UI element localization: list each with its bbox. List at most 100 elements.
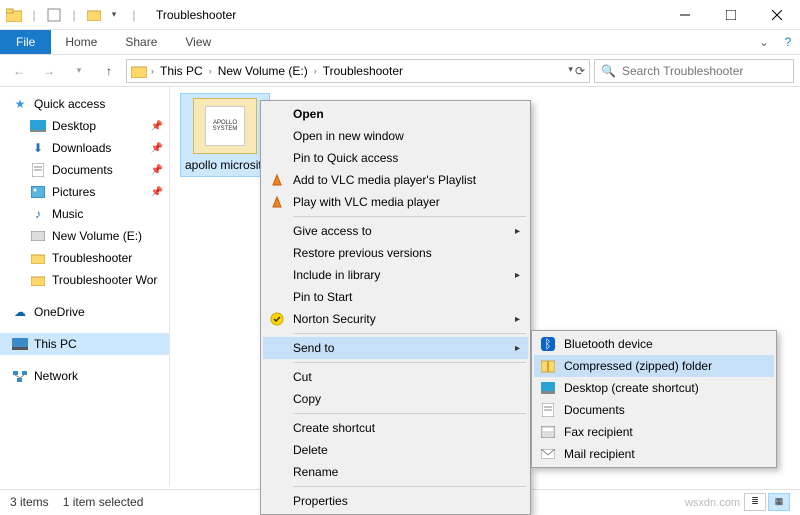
- mail-icon: [540, 446, 556, 462]
- cloud-icon: ☁: [12, 304, 28, 320]
- sendto-mail[interactable]: Mail recipient: [534, 443, 774, 465]
- tab-share[interactable]: Share: [111, 30, 171, 54]
- tab-home[interactable]: Home: [51, 30, 111, 54]
- nav-desktop[interactable]: Desktop📌: [0, 115, 169, 137]
- pin-icon: 📌: [151, 165, 163, 176]
- folder-thumbnail: APOLLOSYSTEM: [193, 98, 257, 154]
- zip-icon: [540, 358, 556, 374]
- nav-label: Music: [52, 207, 83, 221]
- expand-ribbon-icon[interactable]: ⌄: [752, 30, 776, 54]
- drive-icon: [30, 228, 46, 244]
- ctx-shortcut[interactable]: Create shortcut: [263, 417, 528, 439]
- folder-icon: [30, 250, 46, 266]
- nav-downloads[interactable]: ⬇Downloads📌: [0, 137, 169, 159]
- breadcrumb[interactable]: › This PC › New Volume (E:) › Troublesho…: [126, 59, 590, 83]
- submenu-arrow-icon: ▸: [515, 270, 520, 281]
- svg-text:ᛒ: ᛒ: [544, 337, 551, 351]
- ctx-vlc-play[interactable]: Play with VLC media player: [263, 191, 528, 213]
- sendto-fax[interactable]: Fax recipient: [534, 421, 774, 443]
- ctx-pin-quick[interactable]: Pin to Quick access: [263, 147, 528, 169]
- crumb-volume[interactable]: New Volume (E:): [214, 62, 312, 80]
- chevron-right-icon[interactable]: ›: [314, 66, 317, 76]
- ctx-give-access[interactable]: Give access to▸: [263, 220, 528, 242]
- chevron-right-icon[interactable]: ›: [151, 66, 154, 76]
- ctx-cut[interactable]: Cut: [263, 366, 528, 388]
- ctx-open[interactable]: Open: [263, 103, 528, 125]
- nav-music[interactable]: ♪ Music: [0, 203, 169, 225]
- qat-divider: |: [66, 7, 82, 23]
- sendto-zip[interactable]: Compressed (zipped) folder: [534, 355, 774, 377]
- nav-troubleshooter-wor[interactable]: Troubleshooter Wor: [0, 269, 169, 291]
- ctx-copy[interactable]: Copy: [263, 388, 528, 410]
- sendto-documents[interactable]: Documents: [534, 399, 774, 421]
- file-tab[interactable]: File: [0, 30, 51, 54]
- sendto-desktop[interactable]: Desktop (create shortcut): [534, 377, 774, 399]
- ctx-send-to[interactable]: Send to▸: [263, 337, 528, 359]
- minimize-button[interactable]: [662, 0, 708, 30]
- computer-icon: [12, 336, 28, 352]
- ctx-open-new-window[interactable]: Open in new window: [263, 125, 528, 147]
- refresh-icon[interactable]: ⟳: [575, 64, 585, 78]
- window-buttons: [662, 0, 800, 30]
- nav-troubleshooter[interactable]: Troubleshooter: [0, 247, 169, 269]
- nav-label: New Volume (E:): [52, 229, 142, 243]
- checkbox-icon[interactable]: [46, 7, 62, 23]
- ctx-delete[interactable]: Delete: [263, 439, 528, 461]
- dropdown-icon[interactable]: ▾: [568, 64, 573, 78]
- ribbon: File Home Share View ⌄ ?: [0, 30, 800, 55]
- desktop-icon: [30, 118, 46, 134]
- nav-label: Quick access: [34, 97, 105, 111]
- window-title: Troubleshooter: [156, 8, 236, 22]
- ctx-restore[interactable]: Restore previous versions: [263, 242, 528, 264]
- ctx-include-library[interactable]: Include in library▸: [263, 264, 528, 286]
- nav-documents[interactable]: Documents📌: [0, 159, 169, 181]
- pin-icon: 📌: [151, 143, 163, 154]
- folder-item[interactable]: APOLLOSYSTEM apollo microsite: [180, 93, 270, 177]
- vlc-icon: [269, 172, 285, 188]
- search-box[interactable]: 🔍: [594, 59, 794, 83]
- crumb-thispc[interactable]: This PC: [156, 62, 207, 80]
- search-icon: 🔍: [601, 64, 616, 78]
- pin-icon: 📌: [151, 187, 163, 198]
- drive-icon: [129, 64, 149, 78]
- nav-label: Troubleshooter Wor: [52, 273, 157, 287]
- nav-this-pc[interactable]: This PC: [0, 333, 169, 355]
- sendto-bluetooth[interactable]: ᛒBluetooth device: [534, 333, 774, 355]
- help-icon[interactable]: ?: [776, 30, 800, 54]
- icons-view-button[interactable]: ▦: [768, 493, 790, 511]
- ctx-properties[interactable]: Properties: [263, 490, 528, 512]
- ctx-norton[interactable]: Norton Security▸: [263, 308, 528, 330]
- separator: [293, 333, 526, 334]
- qat-dropdown-icon[interactable]: ▾: [106, 7, 122, 23]
- back-button[interactable]: ←: [6, 58, 32, 84]
- search-input[interactable]: [622, 64, 787, 78]
- forward-button[interactable]: →: [36, 58, 62, 84]
- nav-quick-access[interactable]: ★ Quick access: [0, 93, 169, 115]
- nav-network[interactable]: Network: [0, 365, 169, 387]
- close-button[interactable]: [754, 0, 800, 30]
- recent-dropdown-icon[interactable]: ▾: [66, 58, 92, 84]
- nav-volume[interactable]: New Volume (E:): [0, 225, 169, 247]
- star-icon: ★: [12, 96, 28, 112]
- up-button[interactable]: ↑: [96, 58, 122, 84]
- nav-label: Troubleshooter: [52, 251, 132, 265]
- nav-pictures[interactable]: Pictures📌: [0, 181, 169, 203]
- maximize-button[interactable]: [708, 0, 754, 30]
- chevron-right-icon[interactable]: ›: [209, 66, 212, 76]
- ctx-pin-start[interactable]: Pin to Start: [263, 286, 528, 308]
- folder-label: apollo microsite: [185, 158, 265, 172]
- desktop-icon: [540, 380, 556, 396]
- nav-label: Desktop: [52, 119, 96, 133]
- details-view-button[interactable]: ≣: [744, 493, 766, 511]
- ctx-rename[interactable]: Rename: [263, 461, 528, 483]
- tab-view[interactable]: View: [171, 30, 225, 54]
- network-icon: [12, 368, 28, 384]
- nav-label: This PC: [34, 337, 77, 351]
- ctx-vlc-add[interactable]: Add to VLC media player's Playlist: [263, 169, 528, 191]
- folder-small-icon: [86, 7, 102, 23]
- music-icon: ♪: [30, 206, 46, 222]
- nav-onedrive[interactable]: ☁OneDrive: [0, 301, 169, 323]
- crumb-current[interactable]: Troubleshooter: [319, 62, 407, 80]
- norton-icon: [269, 311, 285, 327]
- bluetooth-icon: ᛒ: [540, 336, 556, 352]
